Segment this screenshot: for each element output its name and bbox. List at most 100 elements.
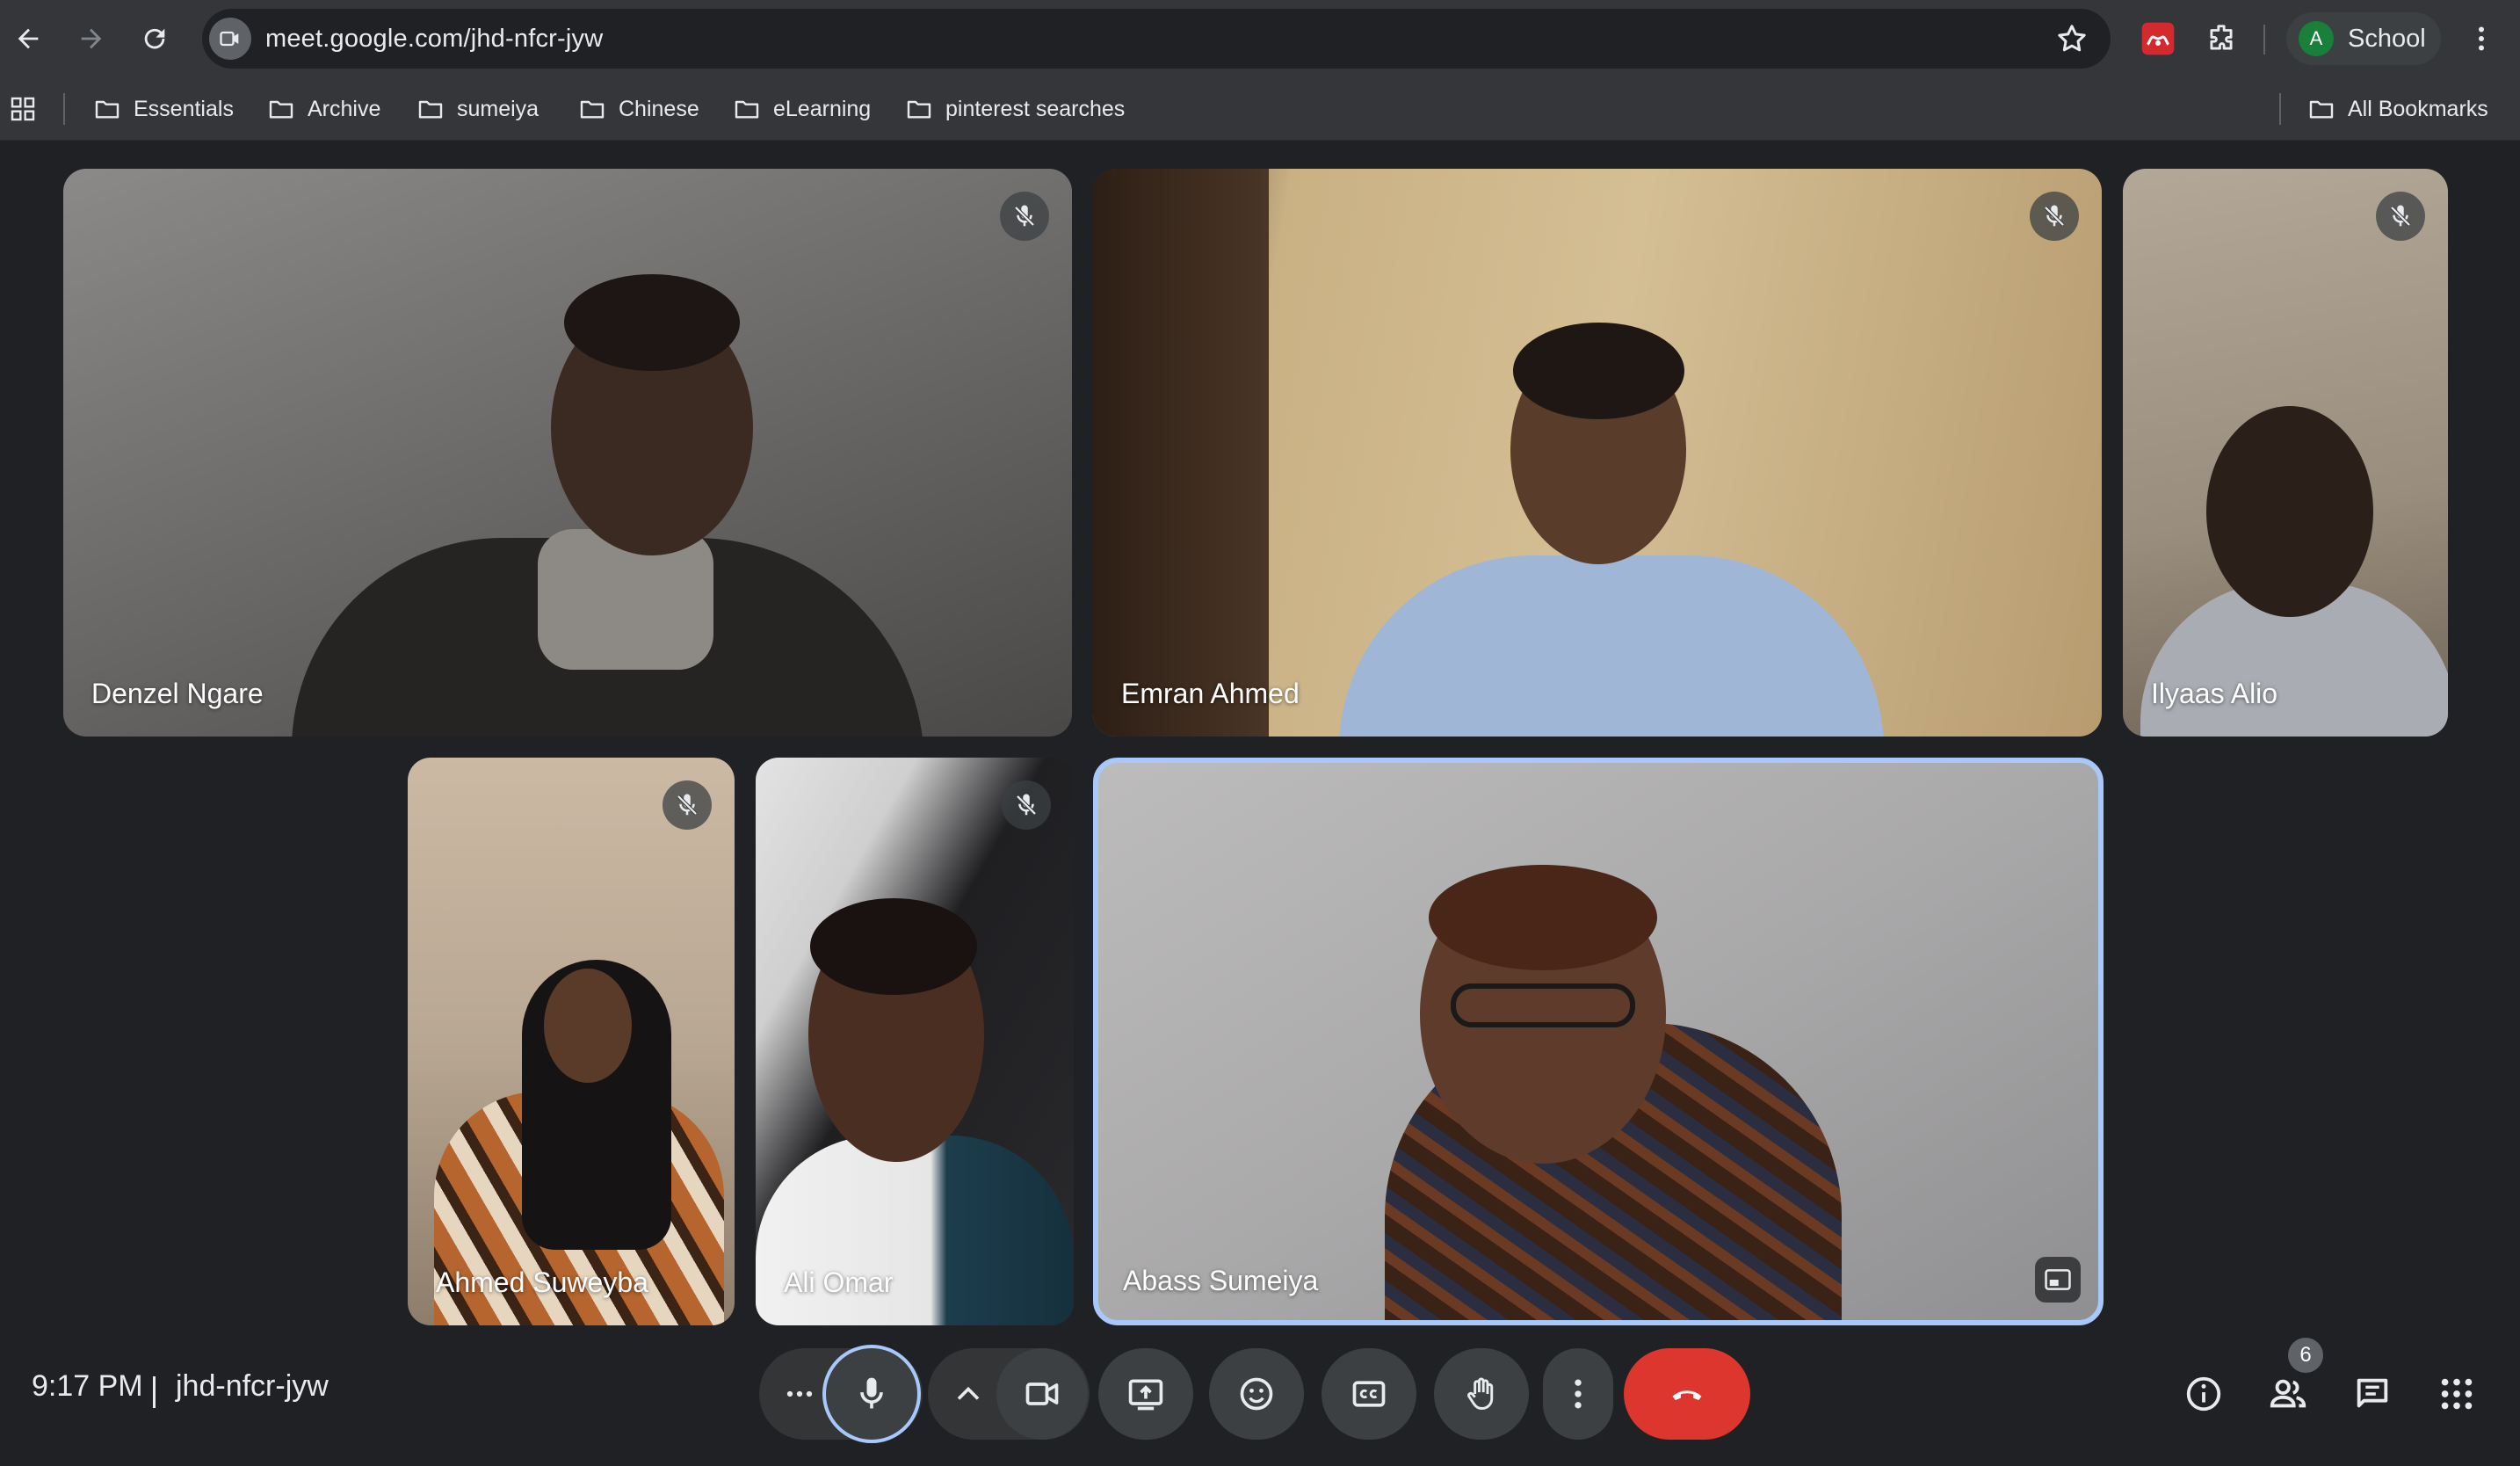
forward-button[interactable] bbox=[67, 14, 116, 63]
bookmark-label: Chinese bbox=[619, 96, 699, 121]
captions-button[interactable] bbox=[1322, 1348, 1416, 1440]
profile-label: School bbox=[2348, 24, 2426, 53]
participant-name: Abass Sumeiya bbox=[1123, 1265, 1319, 1296]
browser-toolbar: meet.google.com/jhd-nfcr-jyw A School bbox=[0, 0, 2520, 77]
participant-video bbox=[1339, 555, 1884, 737]
present-screen-icon bbox=[1128, 1379, 1163, 1411]
apps-grid-icon bbox=[11, 97, 35, 121]
leave-call-button[interactable] bbox=[1624, 1348, 1750, 1440]
emoji-icon bbox=[1240, 1377, 1273, 1411]
participant-video bbox=[1429, 865, 1657, 970]
bookmarks-bar: Essentials Archive sumeiya Chinese eLear… bbox=[0, 77, 2520, 141]
bookmark-folder-essentials[interactable]: Essentials bbox=[93, 77, 234, 141]
all-bookmarks-button[interactable]: All Bookmarks bbox=[2307, 77, 2488, 141]
participant-video bbox=[1093, 169, 1269, 737]
folder-icon bbox=[418, 100, 443, 119]
participant-tile[interactable]: Ali Omar bbox=[756, 758, 1074, 1325]
more-options-button[interactable] bbox=[1543, 1348, 1613, 1440]
muted-indicator bbox=[1002, 780, 1051, 830]
bookmarks-divider bbox=[63, 93, 65, 125]
mic-off-icon bbox=[677, 794, 698, 816]
microphone-icon bbox=[860, 1377, 883, 1409]
more-horizontal-icon bbox=[786, 1390, 813, 1397]
bookmark-label: eLearning bbox=[773, 96, 872, 121]
bookmark-label: pinterest searches bbox=[945, 96, 1126, 121]
folder-icon bbox=[2309, 100, 2334, 119]
participant-tile[interactable]: Emran Ahmed bbox=[1093, 169, 2102, 737]
participant-video bbox=[544, 969, 632, 1083]
bookmark-folder-chinese[interactable]: Chinese bbox=[578, 77, 699, 141]
kebab-menu-icon bbox=[1575, 1379, 1582, 1409]
bookmark-folder-archive[interactable]: Archive bbox=[267, 77, 380, 141]
people-count-badge: 6 bbox=[2288, 1338, 2323, 1373]
picture-in-picture-button[interactable] bbox=[2035, 1257, 2081, 1303]
raise-hand-button[interactable] bbox=[1434, 1348, 1529, 1440]
mendeley-icon bbox=[2141, 22, 2175, 55]
meeting-code: jhd-nfcr-jyw bbox=[176, 1369, 329, 1403]
bookmark-label: Archive bbox=[308, 96, 381, 121]
raise-hand-icon bbox=[1467, 1377, 1494, 1410]
mendeley-extension-button[interactable] bbox=[2137, 18, 2179, 60]
folder-icon bbox=[580, 100, 605, 119]
video-options-button[interactable] bbox=[937, 1348, 1000, 1440]
muted-indicator bbox=[2376, 192, 2425, 241]
camera-button[interactable] bbox=[996, 1348, 1088, 1440]
chat-icon bbox=[2357, 1378, 2388, 1408]
activities-button[interactable] bbox=[2430, 1368, 2483, 1420]
profile-button[interactable]: A School bbox=[2286, 12, 2441, 65]
participant-video bbox=[1513, 323, 1684, 419]
meeting-time: 9:17 PM bbox=[32, 1369, 143, 1403]
apps-shortcut[interactable] bbox=[9, 77, 49, 141]
participant-name: Emran Ahmed bbox=[1121, 678, 1300, 709]
participant-tile-active[interactable]: Abass Sumeiya bbox=[1095, 759, 2102, 1324]
site-info-button[interactable] bbox=[209, 18, 251, 60]
people-button[interactable] bbox=[2262, 1368, 2314, 1420]
microphone-button[interactable] bbox=[822, 1345, 921, 1443]
folder-icon bbox=[735, 100, 759, 119]
meeting-details-button[interactable] bbox=[2177, 1368, 2230, 1420]
mic-off-icon bbox=[1014, 205, 1035, 227]
bookmark-folder-pinterest-searches[interactable]: pinterest searches bbox=[905, 77, 1125, 141]
reactions-button[interactable] bbox=[1209, 1348, 1304, 1440]
reload-button[interactable] bbox=[130, 14, 179, 63]
bookmark-folder-sumeiya[interactable]: sumeiya bbox=[416, 77, 539, 141]
muted-indicator bbox=[2030, 192, 2079, 241]
browser-menu-button[interactable] bbox=[2460, 18, 2502, 60]
chat-button[interactable] bbox=[2346, 1368, 2399, 1420]
bookmark-label: Essentials bbox=[134, 96, 234, 121]
participant-tile[interactable]: Ilyaas Alio bbox=[2123, 169, 2448, 737]
forward-icon bbox=[81, 28, 102, 49]
participant-tile[interactable]: Denzel Ngare bbox=[63, 169, 1072, 737]
present-screen-button[interactable] bbox=[1098, 1348, 1193, 1440]
hang-up-icon bbox=[1672, 1390, 1702, 1400]
site-info-icon bbox=[220, 31, 239, 47]
participant-video bbox=[2206, 406, 2373, 617]
picture-in-picture-icon bbox=[2045, 1269, 2071, 1290]
back-icon bbox=[18, 28, 39, 49]
bookmarks-divider bbox=[2279, 93, 2281, 125]
participant-tile[interactable]: Ahmed Suweyba bbox=[408, 758, 735, 1325]
extensions-button[interactable] bbox=[2200, 18, 2242, 60]
folder-icon bbox=[269, 100, 293, 119]
participant-video bbox=[1451, 983, 1635, 1027]
people-icon bbox=[2270, 1379, 2306, 1408]
participant-name: Ilyaas Alio bbox=[2151, 678, 2278, 709]
url-text[interactable]: meet.google.com/jhd-nfcr-jyw bbox=[265, 9, 603, 69]
participant-name: Denzel Ngare bbox=[91, 678, 264, 709]
muted-indicator bbox=[1000, 192, 1049, 241]
bookmark-folder-elearning[interactable]: eLearning bbox=[733, 77, 871, 141]
toolbar-divider bbox=[2263, 25, 2265, 54]
info-icon bbox=[2186, 1376, 2221, 1412]
participant-name: Ahmed Suweyba bbox=[436, 1266, 648, 1298]
apps-grid-icon bbox=[2441, 1378, 2473, 1410]
reload-icon bbox=[144, 28, 165, 49]
participant-video bbox=[810, 898, 977, 995]
extensions-icon bbox=[2210, 25, 2233, 50]
star-icon[interactable] bbox=[2054, 21, 2089, 56]
closed-captions-icon bbox=[1352, 1381, 1386, 1407]
address-bar[interactable]: meet.google.com/jhd-nfcr-jyw bbox=[202, 9, 2111, 69]
back-button[interactable] bbox=[4, 14, 53, 63]
chevron-up-icon bbox=[957, 1386, 980, 1400]
muted-indicator bbox=[663, 780, 712, 830]
bookmark-label: sumeiya bbox=[457, 96, 539, 121]
